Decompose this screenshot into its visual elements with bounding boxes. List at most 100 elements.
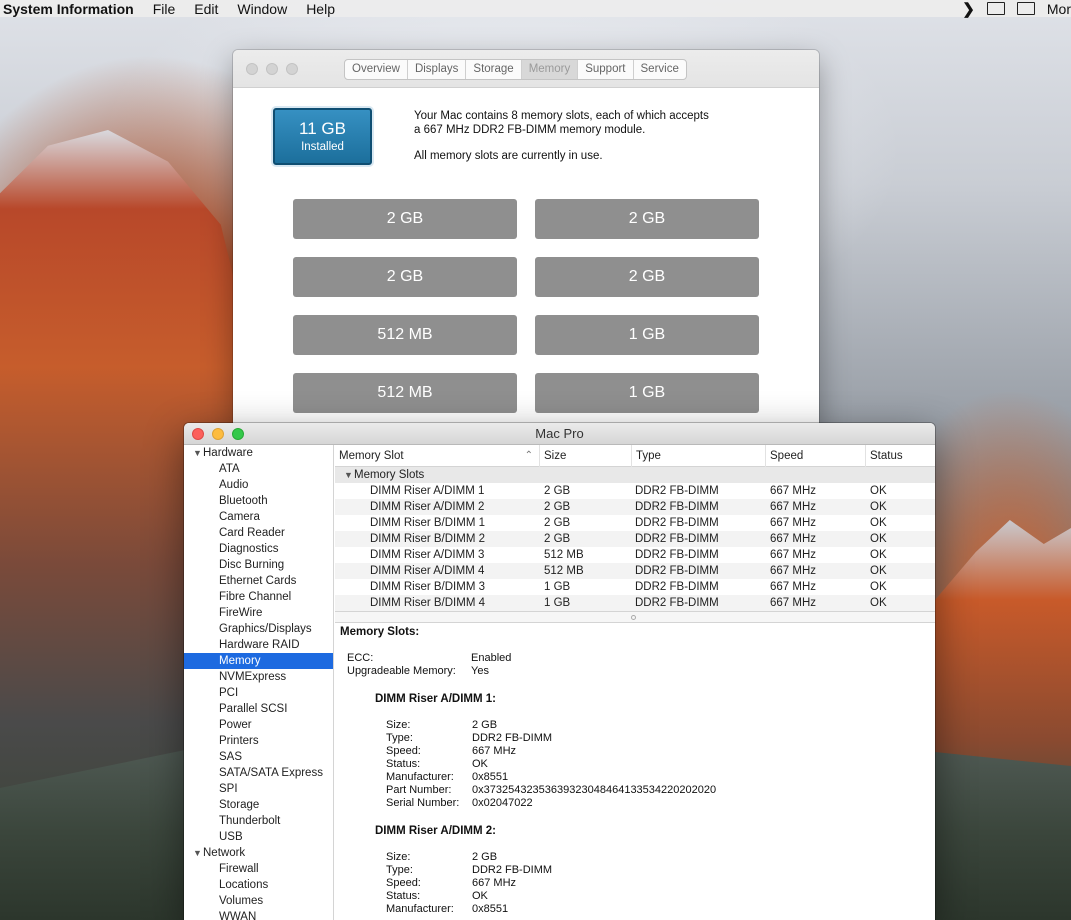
sidebar-item-disc-burning[interactable]: Disc Burning xyxy=(184,557,333,573)
disclosure-triangle-icon[interactable]: ▼ xyxy=(193,845,202,861)
sidebar-item-parallel-scsi[interactable]: Parallel SCSI xyxy=(184,701,333,717)
sidebar-item-bluetooth[interactable]: Bluetooth xyxy=(184,493,333,509)
installed-memory-badge: 11 GB Installed xyxy=(273,108,372,165)
table-row[interactable]: DIMM Riser A/DIMM 2 2 GB DDR2 FB-DIMM 667 M… xyxy=(335,499,935,515)
table-group-row[interactable]: ▼ Memory Slots xyxy=(335,467,935,483)
column-header-type[interactable]: Type xyxy=(632,445,766,467)
zoom-button[interactable] xyxy=(232,428,244,440)
menu-file[interactable]: File xyxy=(153,1,176,17)
sidebar-group-network[interactable]: ▼ Network xyxy=(184,845,333,861)
sidebar-item-thunderbolt[interactable]: Thunderbolt xyxy=(184,813,333,829)
menu-help[interactable]: Help xyxy=(306,1,335,17)
memory-slot: 1 GB xyxy=(535,315,759,355)
sidebar-item-pci[interactable]: PCI xyxy=(184,685,333,701)
sidebar-item-firewire[interactable]: FireWire xyxy=(184,605,333,621)
table-cell: OK xyxy=(870,533,887,545)
column-header-memory-slot[interactable]: Memory Slot ⌃ xyxy=(335,445,540,467)
content-pane: Memory Slot ⌃ Size Type Speed Status ▼ M… xyxy=(335,445,935,920)
table-cell: DDR2 FB-DIMM xyxy=(635,533,719,545)
table-cell: 667 MHz xyxy=(770,501,817,513)
table-cell: OK xyxy=(870,501,887,513)
about-memory-window: Overview Displays Storage Memory Support… xyxy=(233,50,819,430)
close-button[interactable] xyxy=(192,428,204,440)
sidebar-item-card-reader[interactable]: Card Reader xyxy=(184,525,333,541)
sidebar-item-hardware-raid[interactable]: Hardware RAID xyxy=(184,637,333,653)
detail-field: ECC: Enabled xyxy=(347,652,512,664)
minimize-button[interactable] xyxy=(266,63,278,75)
sidebar-item-wwan[interactable]: WWAN xyxy=(184,909,333,920)
menu-edit[interactable]: Edit xyxy=(194,1,218,17)
tab-displays[interactable]: Displays xyxy=(408,60,467,79)
column-header-speed[interactable]: Speed xyxy=(766,445,866,467)
tab-storage[interactable]: Storage xyxy=(466,60,522,79)
tab-support[interactable]: Support xyxy=(578,60,634,79)
pane-splitter[interactable] xyxy=(335,611,935,623)
sidebar-item-ethernet-cards[interactable]: Ethernet Cards xyxy=(184,573,333,589)
table-row[interactable]: DIMM Riser A/DIMM 1 2 GB DDR2 FB-DIMM 667 M… xyxy=(335,483,935,499)
minimize-button[interactable] xyxy=(212,428,224,440)
memory-slot: 2 GB xyxy=(293,257,517,297)
table-row[interactable]: DIMM Riser A/DIMM 3 512 MB DDR2 FB-DIMM 667… xyxy=(335,547,935,563)
disclosure-triangle-icon[interactable]: ▼ xyxy=(344,467,353,483)
table-cell: 512 MB xyxy=(544,549,584,561)
splitter-handle-icon[interactable] xyxy=(631,615,636,620)
column-header-size[interactable]: Size xyxy=(540,445,632,467)
close-button[interactable] xyxy=(246,63,258,75)
display-icon[interactable] xyxy=(1016,2,1035,15)
sidebar-item-sas[interactable]: SAS xyxy=(184,749,333,765)
sidebar-item-sata[interactable]: SATA/SATA Express xyxy=(184,765,333,781)
sidebar-item-nvmexpress[interactable]: NVMExpress xyxy=(184,669,333,685)
sidebar-item-locations[interactable]: Locations xyxy=(184,877,333,893)
menu-window[interactable]: Window xyxy=(237,1,287,17)
table-cell: DDR2 FB-DIMM xyxy=(635,549,719,561)
sidebar-item-spi[interactable]: SPI xyxy=(184,781,333,797)
table-cell: OK xyxy=(870,517,887,529)
app-menu[interactable]: System Information xyxy=(0,1,134,17)
sidebar-item-fibre-channel[interactable]: Fibre Channel xyxy=(184,589,333,605)
sidebar-item-camera[interactable]: Camera xyxy=(184,509,333,525)
sidebar-item-ata[interactable]: ATA xyxy=(184,461,333,477)
table-cell: OK xyxy=(870,565,887,577)
detail-field: Speed: 667 MHz xyxy=(386,877,517,889)
window-title: Mac Pro xyxy=(535,426,584,441)
table-row[interactable]: DIMM Riser B/DIMM 4 1 GB DDR2 FB-DIMM 667 M… xyxy=(335,595,935,611)
table-row[interactable]: DIMM Riser A/DIMM 4 512 MB DDR2 FB-DIMM 667… xyxy=(335,563,935,579)
sidebar-item-graphics-displays[interactable]: Graphics/Displays xyxy=(184,621,333,637)
tab-overview[interactable]: Overview xyxy=(345,60,408,79)
sidebar-item-printers[interactable]: Printers xyxy=(184,733,333,749)
table-cell: 2 GB xyxy=(544,501,571,513)
chevron-right-icon[interactable]: ❯ xyxy=(962,0,975,18)
table-row[interactable]: DIMM Riser B/DIMM 1 2 GB DDR2 FB-DIMM 667 M… xyxy=(335,515,935,531)
table-cell: DIMM Riser B/DIMM 3 xyxy=(370,581,485,593)
disclosure-triangle-icon[interactable]: ▼ xyxy=(193,445,202,461)
table-cell: DIMM Riser B/DIMM 2 xyxy=(370,533,485,545)
sidebar-item-storage[interactable]: Storage xyxy=(184,797,333,813)
table-row[interactable]: DIMM Riser B/DIMM 2 2 GB DDR2 FB-DIMM 667 M… xyxy=(335,531,935,547)
sidebar-item-diagnostics[interactable]: Diagnostics xyxy=(184,541,333,557)
detail-field: Manufacturer: 0x8551 xyxy=(386,903,509,915)
sort-ascending-icon: ⌃ xyxy=(524,450,533,461)
sidebar-group-hardware[interactable]: ▼ Hardware xyxy=(184,445,333,461)
zoom-button[interactable] xyxy=(286,63,298,75)
detail-field: Speed: 667 MHz xyxy=(386,745,517,757)
menu-extra-text[interactable]: Mor xyxy=(1047,1,1071,17)
memory-slot: 2 GB xyxy=(293,199,517,239)
sidebar-item-volumes[interactable]: Volumes xyxy=(184,893,333,909)
table-cell: 2 GB xyxy=(544,533,571,545)
sidebar-item-firewall[interactable]: Firewall xyxy=(184,861,333,877)
tab-memory[interactable]: Memory xyxy=(521,60,579,79)
table-cell: 667 MHz xyxy=(770,533,817,545)
table-cell: DIMM Riser A/DIMM 3 xyxy=(370,549,485,561)
sidebar-item-power[interactable]: Power xyxy=(184,717,333,733)
column-header-status[interactable]: Status xyxy=(866,445,935,467)
table-row[interactable]: DIMM Riser B/DIMM 3 1 GB DDR2 FB-DIMM 667 M… xyxy=(335,579,935,595)
detail-field: Size: 2 GB xyxy=(386,719,498,731)
sidebar-item-usb[interactable]: USB xyxy=(184,829,333,845)
sidebar-item-audio[interactable]: Audio xyxy=(184,477,333,493)
window-stack-icon[interactable] xyxy=(986,2,1005,15)
table-cell: DDR2 FB-DIMM xyxy=(635,501,719,513)
tab-service[interactable]: Service xyxy=(634,60,686,79)
sidebar-item-memory[interactable]: Memory xyxy=(184,653,333,669)
memory-slot: 512 MB xyxy=(293,373,517,413)
detail-field: Status: OK xyxy=(386,758,488,770)
